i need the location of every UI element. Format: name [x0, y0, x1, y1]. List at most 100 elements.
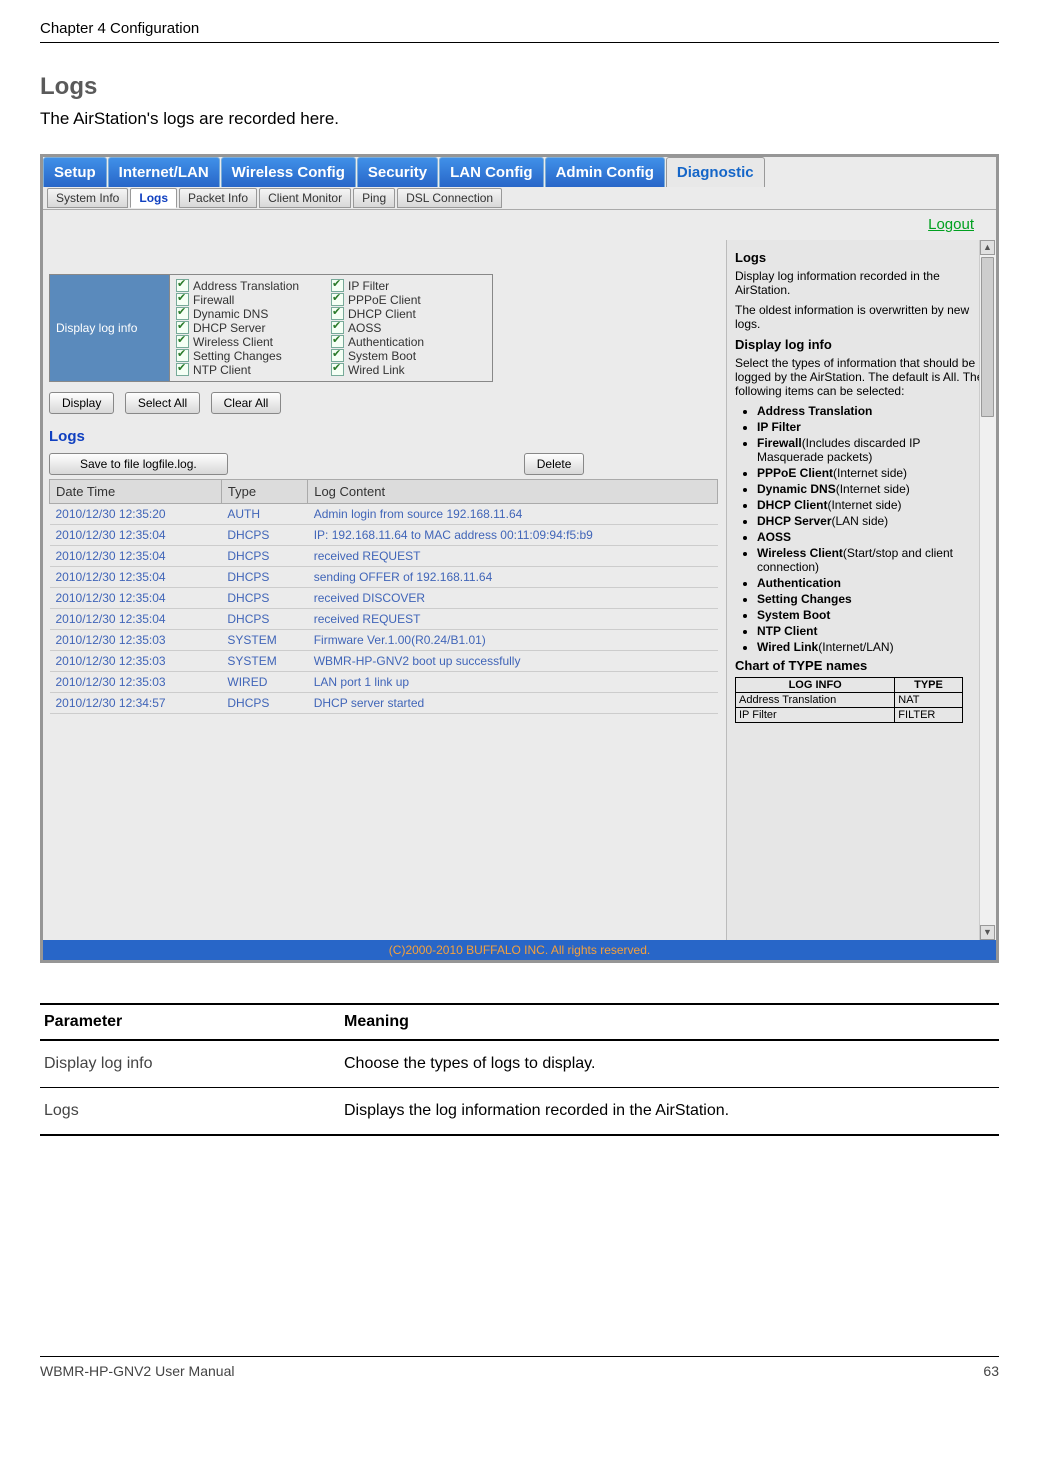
scroll-up-icon[interactable]: ▲ [980, 240, 995, 255]
tab-internet-lan[interactable]: Internet/LAN [108, 157, 220, 187]
log-datetime: 2010/12/30 12:35:03 [50, 651, 222, 672]
logout-link[interactable]: Logout [928, 216, 974, 233]
help-list-item: Wired Link(Internet/LAN) [757, 640, 988, 654]
subtab-dsl-connection[interactable]: DSL Connection [397, 188, 502, 208]
parameter-table: Parameter Meaning Display log infoChoose… [40, 1003, 999, 1136]
help-list-item: Authentication [757, 576, 988, 590]
display-log-info-checkboxes: Address Translation Firewall Dynamic DNS… [170, 275, 493, 382]
log-datetime: 2010/12/30 12:35:20 [50, 504, 222, 525]
chart-row: IP FilterFILTER [736, 708, 963, 723]
help-list-item: Wireless Client(Start/stop and client co… [757, 546, 988, 574]
log-datetime: 2010/12/30 12:35:04 [50, 609, 222, 630]
log-type: DHCPS [221, 525, 307, 546]
help-list-item: Firewall(Includes discarded IP Masquerad… [757, 436, 988, 464]
log-type: SYSTEM [221, 630, 307, 651]
help-list-item: DHCP Client(Internet side) [757, 498, 988, 512]
subtab-system-info[interactable]: System Info [47, 188, 128, 208]
log-table: Date Time Type Log Content 2010/12/30 12… [49, 479, 718, 714]
checkbox-ntp-client[interactable] [176, 363, 189, 376]
log-type: DHCPS [221, 588, 307, 609]
log-type: DHCPS [221, 609, 307, 630]
copyright-bar: (C)2000-2010 BUFFALO INC. All rights res… [43, 940, 996, 960]
tab-lan-config[interactable]: LAN Config [439, 157, 543, 187]
log-content: DHCP server started [308, 693, 718, 714]
clear-all-button[interactable]: Clear All [211, 392, 282, 414]
select-all-button[interactable]: Select All [125, 392, 200, 414]
help-list: Address Translation IP Filter Firewall(Inc… [735, 404, 988, 654]
help-list-item: Address Translation [757, 404, 988, 418]
admin-screenshot: Setup Internet/LAN Wireless Config Secur… [40, 154, 999, 963]
delete-button[interactable]: Delete [524, 453, 585, 475]
log-datetime: 2010/12/30 12:35:03 [50, 672, 222, 693]
log-datetime: 2010/12/30 12:35:04 [50, 567, 222, 588]
section-intro: The AirStation's logs are recorded here. [40, 109, 999, 129]
logout-row: Logout [43, 210, 996, 240]
log-type: SYSTEM [221, 651, 307, 672]
log-content: LAN port 1 link up [308, 672, 718, 693]
param-header-parameter: Parameter [40, 1004, 340, 1040]
button-row: Display Select All Clear All [49, 392, 718, 414]
param-row: Display log infoChoose the types of logs… [40, 1040, 999, 1088]
help-list-item: System Boot [757, 608, 988, 622]
section-title: Logs [40, 73, 999, 101]
sub-tabs: System Info Logs Packet Info Client Moni… [43, 187, 996, 210]
content-row: Display log info Address Translation Fir… [43, 240, 996, 940]
table-row: 2010/12/30 12:35:04DHCPSreceived REQUEST [50, 609, 718, 630]
save-delete-row: Save to file logfile.log. Delete [49, 453, 718, 475]
help-logs-p2: The oldest information is overwritten by… [735, 303, 988, 331]
log-datetime: 2010/12/30 12:35:04 [50, 588, 222, 609]
param-header-meaning: Meaning [340, 1004, 999, 1040]
subtab-ping[interactable]: Ping [353, 188, 395, 208]
chart-type-heading: Chart of TYPE names [735, 658, 988, 673]
chart-row: Address TranslationNAT [736, 693, 963, 708]
param-name: Logs [40, 1088, 340, 1136]
log-content: Admin login from source 192.168.11.64 [308, 504, 718, 525]
log-content: received REQUEST [308, 609, 718, 630]
scrollbar[interactable]: ▲ ▼ [979, 240, 996, 940]
page-footer: WBMR-HP-GNV2 User Manual 63 [40, 1356, 999, 1379]
param-row: LogsDisplays the log information recorde… [40, 1088, 999, 1136]
log-content: received REQUEST [308, 546, 718, 567]
table-row: 2010/12/30 12:35:03SYSTEMFirmware Ver.1.… [50, 630, 718, 651]
log-col-content: Log Content [308, 480, 718, 504]
log-content: WBMR-HP-GNV2 boot up successfully [308, 651, 718, 672]
help-display-log-heading: Display log info [735, 337, 988, 352]
tab-security[interactable]: Security [357, 157, 438, 187]
help-pane: Logs Display log information recorded in… [726, 240, 996, 940]
log-type: DHCPS [221, 567, 307, 588]
scroll-down-icon[interactable]: ▼ [980, 925, 995, 940]
left-pane: Display log info Address Translation Fir… [43, 240, 726, 940]
tab-diagnostic[interactable]: Diagnostic [666, 157, 765, 187]
log-col-type: Type [221, 480, 307, 504]
tab-wireless-config[interactable]: Wireless Config [221, 157, 356, 187]
help-list-item: Dynamic DNS(Internet side) [757, 482, 988, 496]
log-content: sending OFFER of 192.168.11.64 [308, 567, 718, 588]
subtab-client-monitor[interactable]: Client Monitor [259, 188, 351, 208]
param-meaning: Displays the log information recorded in… [340, 1088, 999, 1136]
log-content: IP: 192.168.11.64 to MAC address 00:11:0… [308, 525, 718, 546]
checkbox-wired-link[interactable] [331, 363, 344, 376]
subtab-packet-info[interactable]: Packet Info [179, 188, 257, 208]
subtab-logs[interactable]: Logs [130, 188, 177, 208]
scroll-thumb[interactable] [981, 257, 994, 417]
log-type: DHCPS [221, 693, 307, 714]
help-list-item: PPPoE Client(Internet side) [757, 466, 988, 480]
table-row: 2010/12/30 12:34:57DHCPSDHCP server star… [50, 693, 718, 714]
page-number: 63 [983, 1363, 999, 1379]
chart-type-table: LOG INFO TYPE Address TranslationNATIP F… [735, 677, 963, 723]
display-button[interactable]: Display [49, 392, 114, 414]
tab-admin-config[interactable]: Admin Config [545, 157, 665, 187]
chart-col-type: TYPE [895, 678, 962, 693]
help-list-item: AOSS [757, 530, 988, 544]
table-row: 2010/12/30 12:35:20AUTHAdmin login from … [50, 504, 718, 525]
chart-col-loginfo: LOG INFO [736, 678, 895, 693]
help-list-item: IP Filter [757, 420, 988, 434]
table-row: 2010/12/30 12:35:04DHCPSreceived REQUEST [50, 546, 718, 567]
tab-setup[interactable]: Setup [43, 157, 107, 187]
table-row: 2010/12/30 12:35:03SYSTEMWBMR-HP-GNV2 bo… [50, 651, 718, 672]
table-row: 2010/12/30 12:35:04DHCPSIP: 192.168.11.6… [50, 525, 718, 546]
save-to-file-button[interactable]: Save to file logfile.log. [49, 453, 228, 475]
help-list-item: DHCP Server(LAN side) [757, 514, 988, 528]
log-datetime: 2010/12/30 12:35:04 [50, 525, 222, 546]
param-name: Display log info [40, 1040, 340, 1088]
